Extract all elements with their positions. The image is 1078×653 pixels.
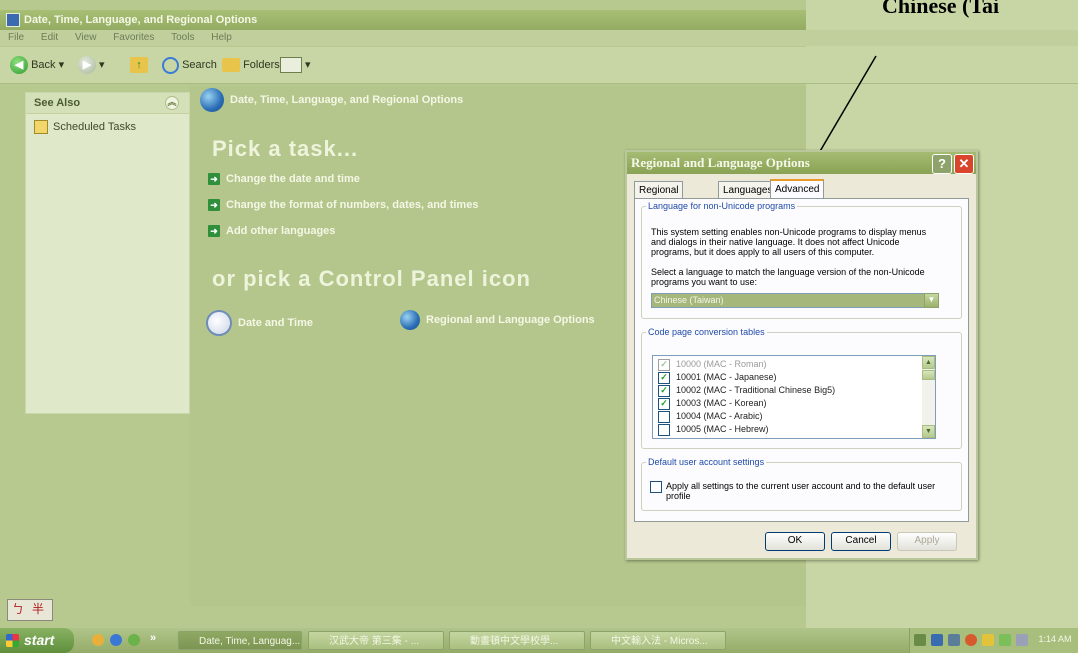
codepage-scrollbar[interactable]: ▲ ▼: [922, 356, 935, 438]
codepage-row[interactable]: ✓ 10002 (MAC - Traditional Chinese Big5): [658, 384, 836, 397]
codepage-label: 10002 (MAC - Traditional Chinese Big5): [676, 385, 836, 395]
tray-app-icon[interactable]: [931, 634, 944, 646]
nonunicode-legend: Language for non-Unicode programs: [648, 201, 796, 211]
tray-security-icon[interactable]: [965, 634, 978, 646]
windows-logo-icon: [6, 634, 19, 647]
scroll-down-icon[interactable]: ▼: [922, 425, 935, 438]
codepage-group: Code page conversion tables ✓ 10000 (MAC …: [641, 327, 962, 449]
scroll-thumb[interactable]: [922, 370, 935, 380]
tray-volume-icon[interactable]: [1016, 634, 1029, 646]
ime-bopomofo-button[interactable]: ㄅ: [8, 600, 28, 618]
taskbar-button-ie-1[interactable]: 汉武大帝 第三集 - ...: [308, 631, 444, 650]
quicklaunch-ie-icon[interactable]: [110, 634, 122, 646]
dialog-titlebar[interactable]: Regional and Language Options ? ✕: [627, 152, 976, 174]
codepage-row[interactable]: ✓ 10000 (MAC - Roman): [658, 358, 767, 371]
taskbar: start » Date, Time, Languag... 汉武大帝 第三集 …: [0, 628, 1078, 653]
quicklaunch-more-icon[interactable]: »: [150, 632, 156, 644]
checkbox-checked-icon[interactable]: ✓: [658, 397, 670, 410]
checkbox-unchecked-icon[interactable]: [658, 410, 670, 423]
taskbar-button-explorer[interactable]: Date, Time, Languag...: [178, 631, 302, 650]
codepage-row[interactable]: ✓ 10003 (MAC - Korean): [658, 397, 767, 410]
cancel-button[interactable]: Cancel: [831, 532, 891, 551]
start-button[interactable]: start: [0, 628, 74, 653]
help-button[interactable]: ?: [932, 154, 952, 174]
checkbox-checked-icon[interactable]: ✓: [658, 358, 670, 371]
tab-advanced[interactable]: Advanced: [770, 179, 825, 199]
tray-messenger-icon[interactable]: [982, 634, 995, 646]
system-tray: 1:14 AM: [909, 628, 1078, 653]
codepage-row[interactable]: 10004 (MAC - Arabic): [658, 410, 763, 423]
start-label: start: [24, 632, 55, 648]
ime-toolbar[interactable]: ㄅ半: [7, 599, 53, 621]
tray-network-icon[interactable]: [999, 634, 1012, 646]
tray-clock[interactable]: 1:14 AM: [1038, 634, 1071, 644]
apply-button[interactable]: Apply: [897, 532, 957, 551]
default-user-legend: Default user account settings: [648, 457, 765, 467]
language-select[interactable]: Chinese (Taiwan) ▼: [651, 293, 939, 308]
tray-ime-icon[interactable]: [914, 634, 926, 646]
taskbar-button-ie-2[interactable]: 動畫頓中文學校學...: [449, 631, 585, 650]
quicklaunch-user-icon[interactable]: [92, 634, 104, 646]
default-user-group: Default user account settings Apply all …: [641, 457, 962, 511]
tray-help-icon[interactable]: [948, 634, 961, 646]
close-button[interactable]: ✕: [954, 154, 974, 174]
nonunicode-group: Language for non-Unicode programs This s…: [641, 201, 962, 319]
codepage-label: 10001 (MAC - Japanese): [676, 372, 777, 382]
checkbox-unchecked-icon[interactable]: [658, 423, 670, 436]
codepage-label: 10004 (MAC - Arabic): [676, 411, 763, 421]
chevron-down-icon[interactable]: ▼: [924, 293, 939, 308]
regional-language-dialog: Regional and Language Options ? ✕ Region…: [625, 150, 978, 560]
checkbox-checked-icon[interactable]: ✓: [658, 371, 670, 384]
quicklaunch-app-icon[interactable]: [128, 634, 140, 646]
nonunicode-description: This system setting enables non-Unicode …: [651, 227, 927, 257]
checkbox-checked-icon[interactable]: ✓: [658, 384, 670, 397]
dialog-title: Regional and Language Options: [631, 155, 810, 170]
codepage-label: 10005 (MAC - Hebrew): [676, 424, 769, 434]
scroll-up-icon[interactable]: ▲: [922, 356, 935, 369]
codepage-list[interactable]: ✓ 10000 (MAC - Roman) ✓ 10001 (MAC - Japan…: [652, 355, 936, 439]
taskbar-button-word[interactable]: 中文輸入法 - Micros...: [590, 631, 726, 650]
ok-button[interactable]: OK: [765, 532, 825, 551]
tab-regional-options[interactable]: Regional Options: [634, 181, 684, 213]
select-language-label: Select a language to match the language …: [651, 267, 925, 287]
apply-all-label: Apply all settings to the current user a…: [666, 481, 936, 501]
advanced-tab-panel: Language for non-Unicode programs This s…: [634, 198, 969, 522]
codepage-row[interactable]: 10005 (MAC - Hebrew): [658, 423, 769, 436]
tab-languages[interactable]: Languages: [718, 181, 778, 198]
codepage-label: 10000 (MAC - Roman): [676, 359, 767, 369]
codepage-legend: Code page conversion tables: [648, 327, 765, 337]
ime-halfwidth-button[interactable]: 半: [28, 600, 48, 618]
apply-all-checkbox[interactable]: [650, 481, 662, 493]
codepage-label: 10003 (MAC - Korean): [676, 398, 767, 408]
language-select-value: Chinese (Taiwan): [654, 295, 724, 305]
codepage-row[interactable]: ✓ 10001 (MAC - Japanese): [658, 371, 777, 384]
